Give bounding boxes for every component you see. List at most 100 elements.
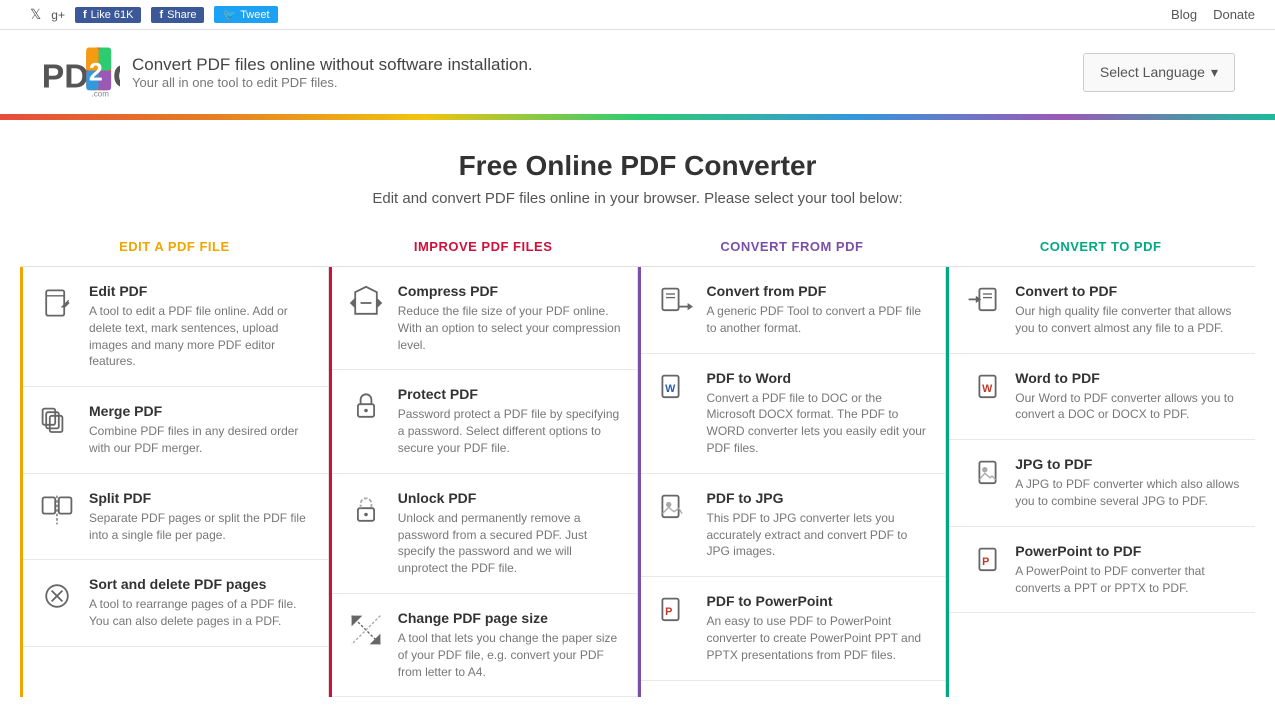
tool-item-to-2[interactable]: JPG to PDF A JPG to PDF converter which a…: [949, 440, 1255, 527]
tool-desc: A tool to rearrange pages of a PDF file.…: [89, 596, 314, 630]
fb-share-icon: f: [159, 9, 163, 21]
tool-name: PowerPoint to PDF: [1015, 543, 1241, 559]
tool-desc: A tool to edit a PDF file online. Add or…: [89, 303, 314, 370]
tool-icon-ppt-pdf: P: [963, 543, 1003, 583]
fb-like-label: Like 61K: [91, 9, 134, 21]
tool-name: Merge PDF: [89, 403, 314, 419]
tool-name: Change PDF page size: [398, 610, 623, 626]
svg-text:GO: GO: [113, 58, 120, 96]
tool-info: Protect PDF Password protect a PDF file b…: [398, 386, 623, 456]
svg-text:P: P: [665, 606, 672, 618]
tool-item-to-0[interactable]: Convert to PDFOur high quality file conv…: [949, 267, 1255, 354]
tool-icon-resize: [346, 610, 386, 650]
tool-icon-sort: [37, 576, 77, 616]
tool-item-edit-3[interactable]: Sort and delete PDF pages A tool to rearr…: [23, 560, 328, 647]
svg-text:P: P: [982, 556, 989, 568]
tool-desc: Combine PDF files in any desired order w…: [89, 423, 314, 457]
fb-like-button[interactable]: f Like 61K: [75, 7, 141, 23]
tool-name: Edit PDF: [89, 283, 314, 299]
googleplus-link[interactable]: g+: [51, 8, 65, 22]
tool-name: Split PDF: [89, 490, 314, 506]
tool-name: Sort and delete PDF pages: [89, 576, 314, 592]
tool-desc: Unlock and permanently remove a password…: [398, 510, 623, 577]
tool-item-edit-2[interactable]: Split PDF Separate PDF pages or split the…: [23, 474, 328, 561]
tool-info: PowerPoint to PDFA PowerPoint to PDF con…: [1015, 543, 1241, 597]
logo-svg: PDF 2 GO .com: [40, 42, 120, 102]
tool-item-improve-1[interactable]: Protect PDF Password protect a PDF file b…: [332, 370, 637, 473]
tool-name: Protect PDF: [398, 386, 623, 402]
tool-name: Convert from PDF: [707, 283, 932, 299]
tw-tweet-button[interactable]: 🐦 Tweet: [214, 6, 277, 23]
tool-item-edit-1[interactable]: Merge PDF Combine PDF files in any desire…: [23, 387, 328, 474]
tool-desc: A tool that lets you change the paper si…: [398, 630, 623, 680]
svg-text:2: 2: [89, 58, 103, 86]
tool-item-improve-2[interactable]: Unlock PDF Unlock and permanently remove …: [332, 474, 637, 594]
tool-desc: This PDF to JPG converter lets you accur…: [707, 510, 932, 560]
language-select-button[interactable]: Select Language ▾: [1083, 53, 1235, 92]
tool-item-improve-0[interactable]: Compress PDF Reduce the file size of your…: [332, 267, 637, 370]
page-subtitle: Edit and convert PDF files online in you…: [20, 190, 1255, 207]
tool-icon-jpg-pdf: [963, 456, 1003, 496]
tool-icon-convert-to: [963, 283, 1003, 323]
tool-icon-split: [37, 490, 77, 530]
fb-share-button[interactable]: f Share: [151, 7, 204, 23]
main-content: Free Online PDF Converter Edit and conve…: [0, 120, 1275, 707]
tw-tweet-label: Tweet: [240, 9, 269, 21]
tool-icon-edit: [37, 283, 77, 323]
tool-icon-merge: [37, 403, 77, 443]
tool-info: PDF to WordConvert a PDF file to DOC or …: [707, 370, 932, 457]
tool-item-from-2[interactable]: PDF to JPGThis PDF to JPG converter lets…: [641, 474, 946, 577]
tool-desc: Our high quality file converter that all…: [1015, 303, 1241, 337]
tool-icon-word-pdf: W: [963, 370, 1003, 410]
tool-desc: Password protect a PDF file by specifyin…: [398, 406, 623, 456]
tagline: Convert PDF files online without softwar…: [132, 55, 533, 75]
tool-info: JPG to PDF A JPG to PDF converter which a…: [1015, 456, 1241, 510]
tool-name: Unlock PDF: [398, 490, 623, 506]
tool-desc: Our Word to PDF converter allows you to …: [1015, 390, 1241, 424]
tool-icon-compress: [346, 283, 386, 323]
categories-row: EDIT A PDF FILE IMPROVE PDF FILES CONVER…: [20, 231, 1255, 266]
blog-link[interactable]: Blog: [1171, 7, 1197, 22]
tool-name: JPG to PDF: [1015, 456, 1241, 472]
tool-desc: Convert a PDF file to DOC or the Microso…: [707, 390, 932, 457]
tool-desc: A JPG to PDF converter which also allows…: [1015, 476, 1241, 510]
tool-icon-protect: [346, 386, 386, 426]
logo[interactable]: PDF 2 GO .com: [40, 42, 120, 102]
tool-item-improve-3[interactable]: Change PDF page size A tool that lets you…: [332, 594, 637, 697]
tool-item-to-3[interactable]: P PowerPoint to PDFA PowerPoint to PDF co…: [949, 527, 1255, 614]
chevron-down-icon: ▾: [1211, 64, 1218, 81]
tool-desc: An easy to use PDF to PowerPoint convert…: [707, 613, 932, 663]
logo-area: PDF 2 GO .com Convert PDF files online w…: [40, 42, 533, 102]
header: PDF 2 GO .com Convert PDF files online w…: [0, 30, 1275, 114]
donate-link[interactable]: Donate: [1213, 7, 1255, 22]
tool-info: Sort and delete PDF pages A tool to rearr…: [89, 576, 314, 630]
tool-icon-convert-from: [655, 283, 695, 323]
tool-info: Convert to PDFOur high quality file conv…: [1015, 283, 1241, 337]
tool-icon-pdf-jpg: [655, 490, 695, 530]
sub-tagline: Your all in one tool to edit PDF files.: [132, 75, 533, 90]
tool-col-to: Convert to PDFOur high quality file conv…: [946, 267, 1255, 697]
fb-share-label: Share: [167, 9, 196, 21]
tool-item-from-3[interactable]: P PDF to PowerPointAn easy to use PDF to …: [641, 577, 946, 680]
tool-info: PDF to PowerPointAn easy to use PDF to P…: [707, 593, 932, 663]
social-links:  𝕏 g+ f Like 61K f Share 🐦 Tweet: [20, 6, 278, 23]
tool-name: Word to PDF: [1015, 370, 1241, 386]
tools-grid: Edit PDF A tool to edit a PDF file online…: [20, 266, 1255, 697]
tool-info: Compress PDF Reduce the file size of your…: [398, 283, 623, 353]
tw-icon: 🐦: [222, 8, 236, 21]
tool-info: Word to PDF Our Word to PDF converter all…: [1015, 370, 1241, 424]
tool-info: Change PDF page size A tool that lets you…: [398, 610, 623, 680]
tool-info: Edit PDF A tool to edit a PDF file online…: [89, 283, 314, 370]
tool-item-from-0[interactable]: Convert from PDFA generic PDF Tool to co…: [641, 267, 946, 354]
tool-desc: Reduce the file size of your PDF online.…: [398, 303, 623, 353]
tool-name: Compress PDF: [398, 283, 623, 299]
tool-desc: Separate PDF pages or split the PDF file…: [89, 510, 314, 544]
tool-col-improve: Compress PDF Reduce the file size of your…: [329, 267, 638, 697]
tool-col-from: Convert from PDFA generic PDF Tool to co…: [638, 267, 947, 697]
tool-item-to-1[interactable]: W Word to PDF Our Word to PDF converter al…: [949, 354, 1255, 441]
tool-icon-pdf-ppt: P: [655, 593, 695, 633]
tool-item-from-1[interactable]: WPDF to WordConvert a PDF file to DOC or…: [641, 354, 946, 474]
tool-item-edit-0[interactable]: Edit PDF A tool to edit a PDF file online…: [23, 267, 328, 387]
svg-text:.com: .com: [92, 89, 110, 98]
twitter-link[interactable]: 𝕏: [30, 6, 41, 23]
